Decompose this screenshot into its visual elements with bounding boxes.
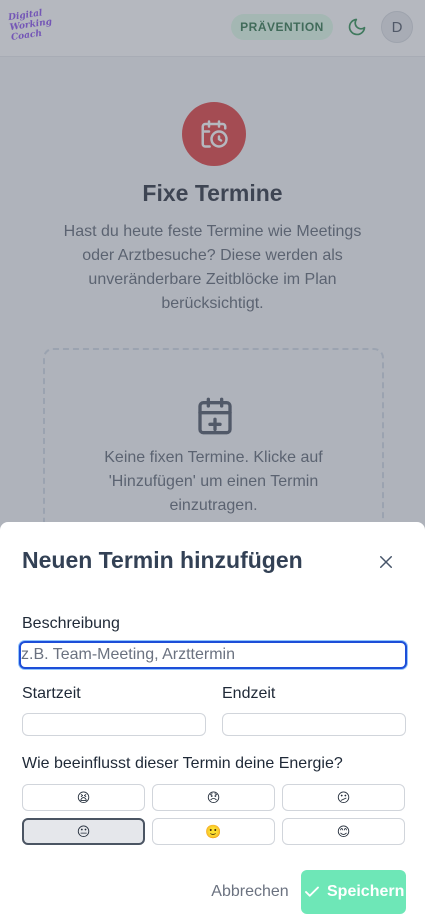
start-time-label: Startzeit — [22, 685, 81, 702]
slightly-smiling-face-icon: 🙂 — [205, 823, 222, 839]
smiling-face-icon: 😊 — [336, 823, 351, 839]
modal-title: Neuen Termin hinzufügen — [22, 547, 303, 573]
end-time-label: Endzeit — [222, 685, 276, 702]
start-time-input[interactable] — [22, 713, 206, 736]
energy-option-smiling[interactable]: 😊 — [282, 818, 405, 845]
neutral-face-icon: 😐 — [76, 823, 91, 839]
end-time-input[interactable] — [222, 713, 406, 736]
energy-option-neutral[interactable]: 😐 — [22, 818, 145, 845]
description-input[interactable] — [19, 641, 407, 669]
check-icon — [303, 883, 321, 901]
exhausted-face-icon: 😫 — [76, 789, 91, 805]
cancel-button[interactable]: Abbrechen — [202, 872, 298, 912]
energy-option-exhausted[interactable]: 😫 — [22, 784, 145, 811]
disappointed-face-icon: 😞 — [206, 789, 221, 805]
close-icon[interactable] — [374, 550, 398, 574]
energy-option-slightly-smiling[interactable]: 🙂 — [152, 818, 275, 845]
save-button-label: Speichern — [327, 883, 405, 900]
add-appointment-modal: Neuen Termin hinzufügen Beschreibung Sta… — [0, 522, 425, 922]
confused-face-icon: 😕 — [336, 789, 351, 805]
energy-option-confused[interactable]: 😕 — [282, 784, 405, 811]
energy-question: Wie beeinflusst dieser Termin deine Ener… — [22, 755, 343, 772]
description-label: Beschreibung — [22, 615, 120, 632]
save-button[interactable]: Speichern — [301, 870, 406, 914]
energy-option-disappointed[interactable]: 😞 — [152, 784, 275, 811]
